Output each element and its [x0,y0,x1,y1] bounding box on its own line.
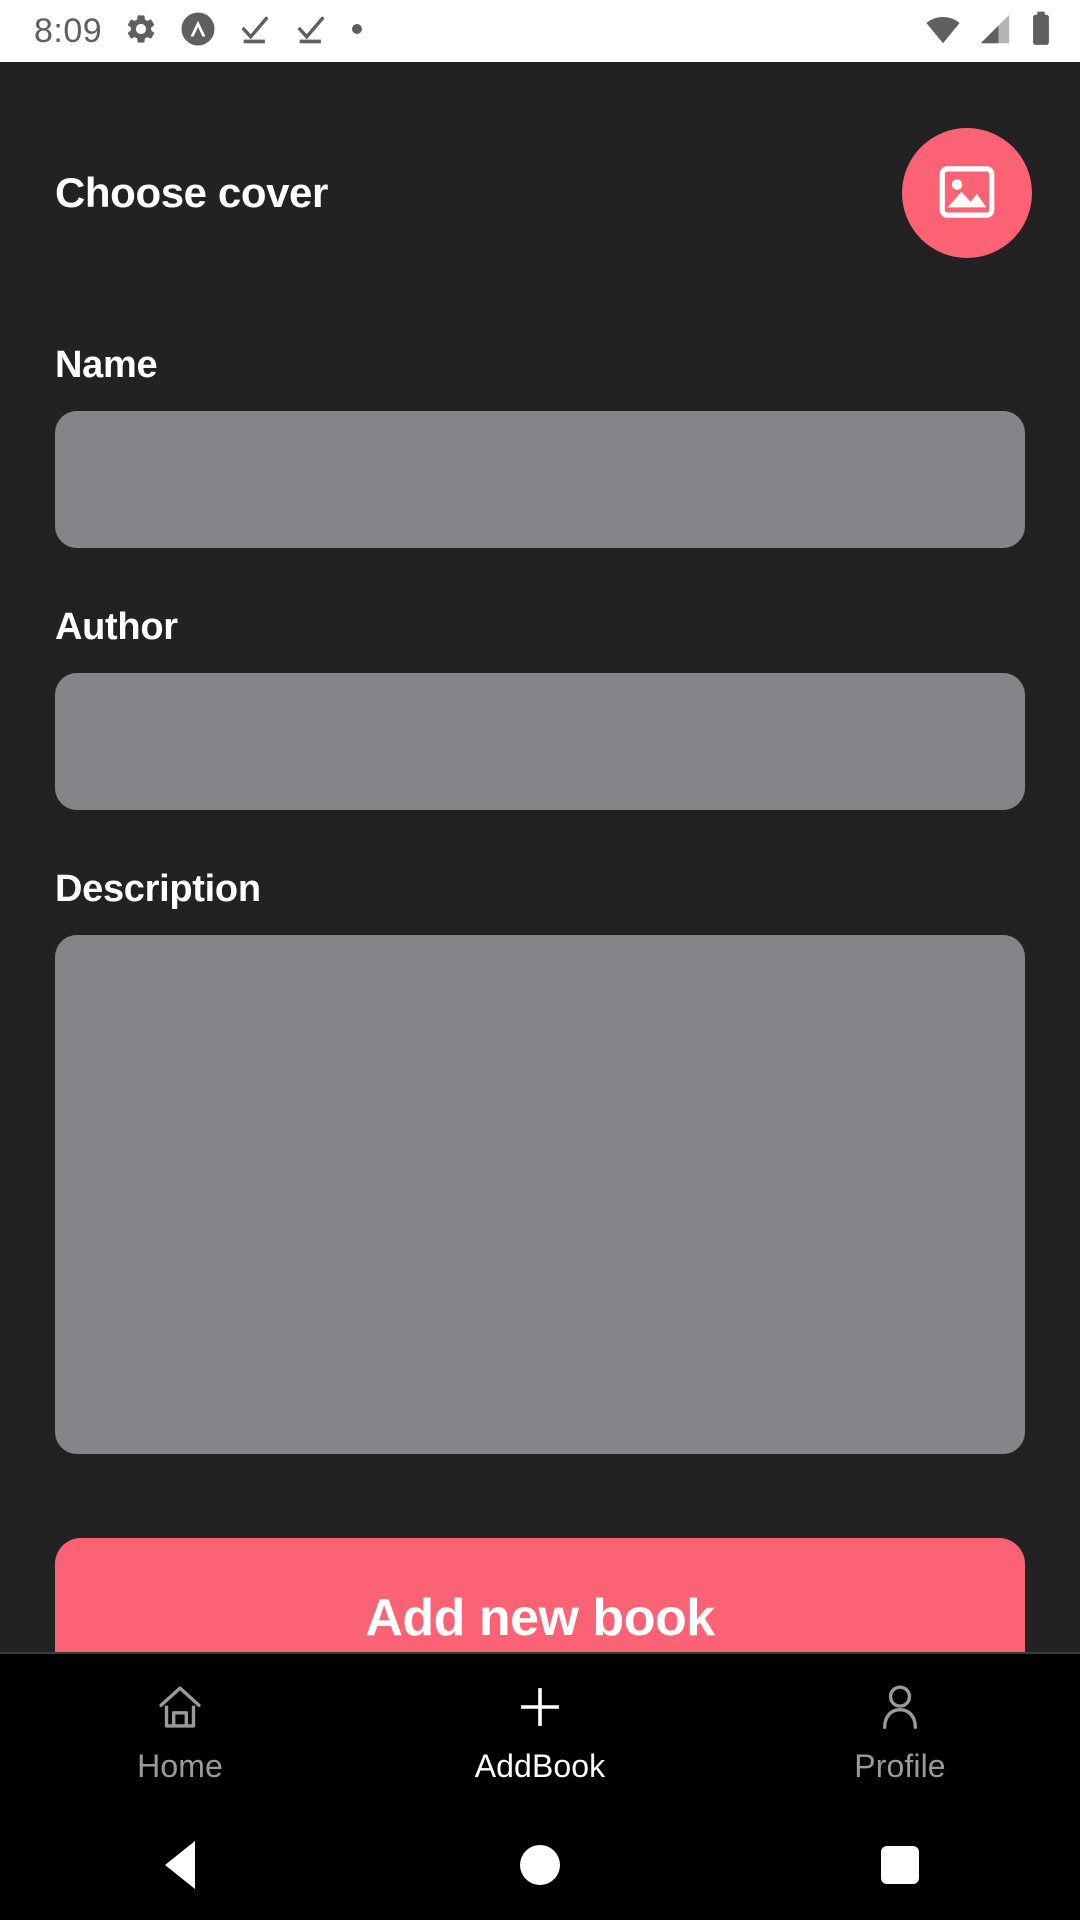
back-button[interactable] [0,1810,360,1920]
home-icon [153,1680,207,1734]
image-picker-icon [934,159,1000,228]
battery-icon [1028,10,1054,53]
author-field-group: Author [55,606,1025,810]
person-icon [873,1680,927,1734]
tab-home-label: Home [137,1747,223,1784]
expo-caret-icon [180,11,216,52]
author-input[interactable] [55,673,1025,810]
description-label: Description [55,868,261,910]
plus-icon [513,1680,567,1734]
dot-icon [350,22,364,41]
square-recents-icon [881,1846,919,1884]
add-new-book-button[interactable]: Add new book [55,1538,1025,1652]
status-bar-left: 8:09 [34,11,364,52]
tab-profile[interactable]: Profile [720,1654,1080,1810]
recents-button[interactable] [720,1810,1080,1920]
choose-cover-button[interactable] [902,128,1032,258]
status-clock: 8:09 [34,12,103,50]
cellular-signal-icon [976,10,1014,53]
tab-addbook-label: AddBook [474,1747,606,1784]
choose-cover-label: Choose cover [55,169,328,216]
circle-home-icon [520,1845,560,1885]
android-nav-bar [0,1810,1080,1920]
name-field-group: Name [55,344,1025,548]
status-bar: 8:09 [0,0,1080,62]
name-input[interactable] [55,411,1025,548]
gear-icon [124,12,158,51]
author-label: Author [55,606,178,648]
bottom-tab-bar: Home AddBook Profile [0,1652,1080,1810]
task-check-icon [294,12,328,51]
description-input[interactable] [55,935,1025,1454]
home-button[interactable] [360,1810,720,1920]
choose-cover-row: Choose cover [55,62,1032,302]
tab-home[interactable]: Home [0,1654,360,1810]
wifi-icon [924,10,962,53]
tab-addbook[interactable]: AddBook [360,1654,720,1810]
task-check-icon [238,12,272,51]
description-field-group: Description [55,868,1025,1454]
tab-profile-label: Profile [854,1747,946,1784]
app-screen: 8:09 Choose cover Name Author Descriptio… [0,0,1080,1920]
name-label: Name [55,344,158,386]
add-book-form: Choose cover Name Author Description Add… [0,62,1080,1652]
triangle-back-icon [165,1841,195,1889]
status-bar-right [924,10,1054,53]
